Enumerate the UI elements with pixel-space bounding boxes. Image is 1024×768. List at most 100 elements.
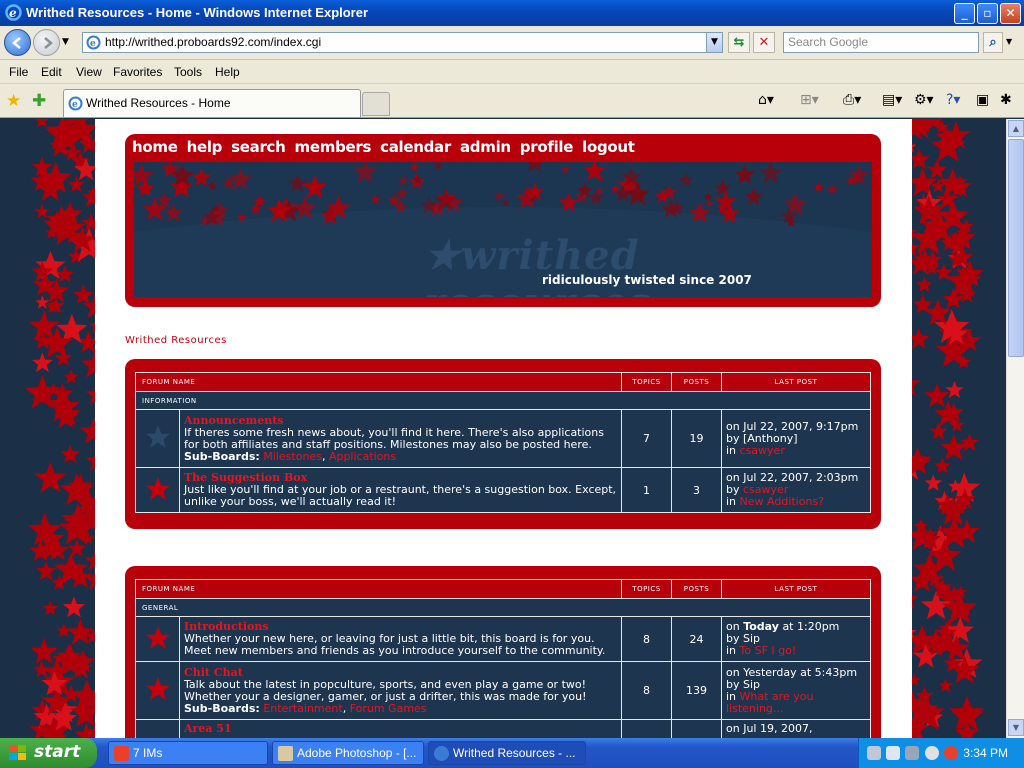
display-icon[interactable] — [886, 746, 900, 760]
forward-arrow-icon — [44, 37, 53, 49]
subboard-link[interactable]: Milestones — [263, 450, 322, 463]
subboard-link[interactable]: Entertainment — [263, 702, 342, 715]
favorites-star-icon[interactable]: ★ — [6, 91, 21, 111]
nav-help[interactable]: help — [187, 138, 223, 156]
posts-count: 139 — [671, 661, 722, 720]
windows-taskbar: start 7 IMs Adobe Photoshop - [... Writh… — [0, 738, 1024, 768]
nav-logout[interactable]: logout — [582, 138, 635, 156]
posts-count: 3 — [671, 467, 722, 513]
last-post-thread-link[interactable]: To SF I go! — [740, 644, 797, 657]
subboards-label: Sub-Boards: — [184, 449, 260, 463]
last-post-time: at 1:20pm — [782, 620, 840, 633]
ie-logo-icon: e — [5, 4, 22, 21]
address-input[interactable]: e http://writhed.proboards92.com/index.c… — [82, 32, 723, 53]
last-post-in-label: in — [726, 495, 737, 508]
minimize-button[interactable]: _ — [954, 3, 975, 24]
scroll-down-icon[interactable]: ▼ — [1008, 719, 1024, 736]
menu-view[interactable]: View — [76, 65, 102, 79]
subboards-label: Sub-Boards: — [184, 701, 260, 715]
menu-file[interactable]: File — [9, 65, 28, 79]
taskbar-item-photoshop[interactable]: Adobe Photoshop - [... — [272, 741, 424, 765]
tab-label: Writhed Resources - Home — [86, 96, 231, 110]
site-logo-text: ★writhed resources — [424, 232, 650, 297]
col-forum-name: Forum Name — [135, 579, 622, 599]
tools-gear-icon[interactable]: ⚙▾ — [914, 92, 934, 108]
last-post-thread-link[interactable]: What are you listening... — [726, 690, 813, 715]
menu-favorites[interactable]: Favorites — [113, 65, 162, 79]
maximize-button[interactable]: ▫ — [977, 3, 998, 24]
stop-button[interactable]: ✕ — [753, 32, 775, 53]
scroll-up-icon[interactable]: ▲ — [1008, 120, 1024, 137]
search-input[interactable]: Search Google — [783, 32, 979, 53]
board-table: Forum Name Topics Posts Last Post Inform… — [135, 372, 871, 513]
address-dropdown-button[interactable]: ▼ — [706, 32, 723, 53]
messenger-icon[interactable]: ✱ — [1000, 92, 1012, 108]
last-post-thread-link[interactable]: csawyer — [740, 444, 785, 457]
board-table: Forum Name Topics Posts Last Post Genera… — [135, 579, 871, 738]
board-status-icon — [135, 661, 180, 720]
board-status-icon — [135, 467, 180, 513]
network-icon[interactable] — [867, 746, 881, 760]
refresh-button[interactable]: ⇆ — [728, 32, 750, 53]
research-icon[interactable]: ▣ — [976, 92, 989, 108]
taskbar-item-label: Writhed Resources - ... — [453, 746, 576, 760]
help-icon[interactable]: ?▾ — [946, 92, 960, 108]
start-button[interactable]: start — [0, 738, 97, 768]
print-icon[interactable]: ⎙▾ — [843, 92, 861, 108]
col-topics: Topics — [621, 579, 672, 599]
nav-calendar[interactable]: calendar — [380, 138, 451, 156]
board-description: Just like you'll find at your job or a r… — [184, 483, 617, 508]
back-button[interactable] — [4, 29, 31, 56]
search-button[interactable]: ⌕ — [983, 32, 1003, 53]
nav-members[interactable]: members — [295, 138, 372, 156]
volume-icon[interactable] — [925, 746, 939, 760]
safely-remove-icon[interactable] — [905, 746, 919, 760]
board-title-link[interactable]: Chit Chat — [184, 666, 617, 679]
last-post-thread-link[interactable]: New Additions? — [740, 495, 824, 508]
nav-home[interactable]: home — [132, 138, 178, 156]
taskbar-clock: 3:34 PM — [963, 746, 1008, 760]
nav-profile[interactable]: profile — [520, 138, 574, 156]
board-title-link[interactable]: Announcements — [184, 414, 617, 427]
svg-text:e: e — [72, 100, 78, 110]
aim-icon[interactable] — [944, 746, 958, 760]
breadcrumb[interactable]: Writhed Resources — [125, 335, 227, 346]
search-options-icon[interactable]: ▼ — [1006, 37, 1012, 46]
tab-bar: ★ ✚ e Writhed Resources - Home ⌂▾ ⊞▾ ⎙▾ … — [0, 84, 1024, 118]
board-title-link[interactable]: Area 51 — [184, 723, 617, 735]
board-row: Chit Chat Talk about the latest in popcu… — [135, 661, 871, 720]
im-icon — [114, 746, 129, 761]
close-button[interactable]: ✕ — [1000, 3, 1021, 24]
taskbar-item-label: Adobe Photoshop - [... — [297, 746, 417, 760]
taskbar-item-ie[interactable]: Writhed Resources - ... — [428, 741, 586, 765]
home-icon[interactable]: ⌂▾ — [758, 92, 774, 108]
nav-search[interactable]: search — [231, 138, 286, 156]
page-menu-icon[interactable]: ▤▾ — [882, 92, 902, 108]
vertical-scrollbar[interactable]: ▲ ▼ — [1006, 119, 1024, 738]
feeds-icon[interactable]: ⊞▾ — [800, 92, 819, 108]
forward-button[interactable] — [33, 29, 60, 56]
category-information: Forum Name Topics Posts Last Post Inform… — [125, 359, 881, 529]
add-favorite-icon[interactable]: ✚ — [32, 91, 46, 111]
forum-banner: home help search members calendar admin profil… — [125, 134, 881, 307]
menu-edit[interactable]: Edit — [41, 65, 62, 79]
col-last-post: Last Post — [721, 579, 871, 599]
subboard-link[interactable]: Forum Games — [350, 702, 427, 715]
board-row: Area 51 on Jul 19, 2007, — [135, 719, 871, 738]
nav-admin[interactable]: admin — [460, 138, 511, 156]
history-dropdown-icon[interactable]: ▼ — [62, 37, 69, 47]
site-tagline: ridiculously twisted since 2007 — [542, 273, 752, 287]
ie-icon — [434, 746, 449, 761]
menu-tools[interactable]: Tools — [174, 65, 202, 79]
board-description: If theres some fresh news about, you'll … — [184, 425, 604, 451]
tab-writhed-resources[interactable]: e Writhed Resources - Home — [63, 89, 361, 117]
svg-text:e: e — [90, 39, 96, 49]
scrollbar-thumb[interactable] — [1008, 139, 1024, 357]
forum-content: home help search members calendar admin profil… — [95, 119, 912, 738]
taskbar-item-ims[interactable]: 7 IMs — [108, 741, 268, 765]
menu-help[interactable]: Help — [215, 65, 240, 79]
menu-bar: File Edit View Favorites Tools Help — [0, 60, 1024, 84]
board-description: Talk about the latest in popculture, spo… — [184, 677, 587, 703]
subboard-link[interactable]: Applications — [329, 450, 396, 463]
new-tab-button[interactable] — [362, 92, 390, 116]
